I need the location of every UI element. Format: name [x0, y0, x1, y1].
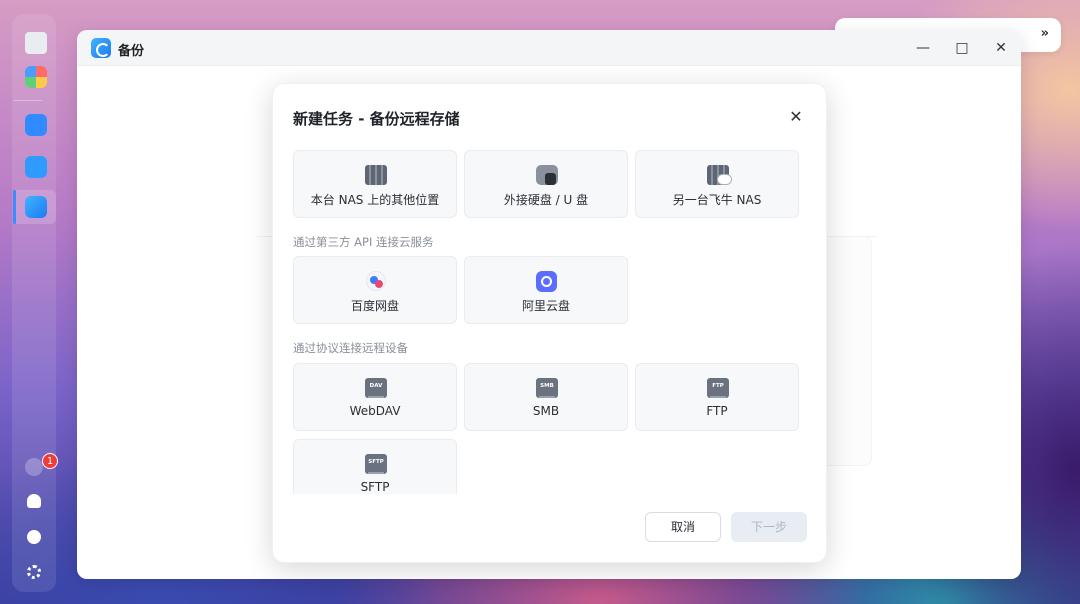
sftp-icon: SFTP: [365, 454, 387, 474]
notification-badge: 1: [42, 453, 58, 469]
option-label: 阿里云盘: [521, 299, 570, 313]
option-label: WebDAV: [349, 404, 401, 418]
new-task-dialog: 新建任务 - 备份远程存储 ✕ 本台 NAS 上的其他位置 外接硬盘 / U 盘…: [272, 83, 827, 563]
smb-icon: SMB: [536, 378, 558, 398]
option-label: 外接硬盘 / U 盘: [503, 193, 589, 207]
option-label: SMB: [532, 404, 560, 418]
tips-app-icon[interactable]: [25, 114, 47, 136]
option-remote-nas[interactable]: 另一台飞牛 NAS: [635, 150, 799, 218]
cancel-button[interactable]: 取消: [645, 512, 721, 542]
nas-server-icon: [365, 165, 387, 185]
option-label: 本台 NAS 上的其他位置: [310, 193, 440, 207]
ftp-icon: FTP: [707, 378, 729, 398]
next-step-button[interactable]: 下一步: [731, 512, 807, 542]
option-label: SFTP: [360, 480, 390, 494]
dialog-title: 新建任务 - 备份远程存储: [293, 110, 460, 128]
section-label-cloud: 通过第三方 API 连接云服务: [293, 235, 434, 249]
dock-divider: [14, 100, 42, 101]
option-webdav[interactable]: DAV WebDAV: [293, 363, 457, 431]
minimize-button[interactable]: —: [913, 38, 933, 58]
app-center-icon[interactable]: [25, 66, 47, 88]
option-ftp[interactable]: FTP FTP: [635, 363, 799, 431]
window-titlebar: 备份 — □ ✕: [77, 30, 1021, 66]
baidu-netdisk-icon: [366, 271, 386, 291]
protocol-tag: SFTP: [368, 459, 384, 465]
option-sftp[interactable]: SFTP SFTP: [293, 439, 457, 494]
dialog-close-button[interactable]: ✕: [785, 106, 807, 128]
option-external-drive[interactable]: 外接硬盘 / U 盘: [464, 150, 628, 218]
dock-active-indicator: [13, 190, 16, 224]
backup-logo-icon: [91, 38, 111, 58]
option-label: FTP: [706, 404, 728, 418]
protocol-tag: DAV: [369, 383, 383, 389]
window-title: 备份: [118, 44, 145, 59]
protocol-tag: FTP: [712, 383, 724, 389]
protocol-tag: SMB: [540, 383, 554, 389]
option-baidu-netdisk[interactable]: 百度网盘: [293, 256, 457, 324]
option-label: 百度网盘: [350, 299, 399, 313]
backup-app-icon[interactable]: [25, 196, 47, 218]
option-smb[interactable]: SMB SMB: [464, 363, 628, 431]
notifications-app-icon[interactable]: [25, 458, 43, 476]
close-window-button[interactable]: ✕: [991, 38, 1011, 58]
user-icon[interactable]: [27, 530, 41, 544]
settings-gear-icon[interactable]: [27, 565, 41, 579]
option-local-nas[interactable]: 本台 NAS 上的其他位置: [293, 150, 457, 218]
collapse-chevron-icon[interactable]: »: [1041, 26, 1049, 41]
maximize-button[interactable]: □: [952, 38, 972, 58]
webdav-icon: DAV: [365, 378, 387, 398]
remote-nas-icon: [707, 165, 732, 185]
section-label-protocol: 通过协议连接远程设备: [293, 341, 408, 355]
aliyun-drive-icon: [536, 271, 557, 292]
store-app-icon[interactable]: [25, 156, 47, 178]
external-drive-icon: [536, 165, 558, 185]
desktop-icon[interactable]: [25, 32, 47, 54]
option-label: 另一台飞牛 NAS: [672, 193, 762, 207]
option-aliyun-drive[interactable]: 阿里云盘: [464, 256, 628, 324]
backup-target-list[interactable]: 本台 NAS 上的其他位置 外接硬盘 / U 盘 另一台飞牛 NAS 通过第三方…: [273, 144, 828, 494]
bell-icon[interactable]: [27, 494, 41, 508]
